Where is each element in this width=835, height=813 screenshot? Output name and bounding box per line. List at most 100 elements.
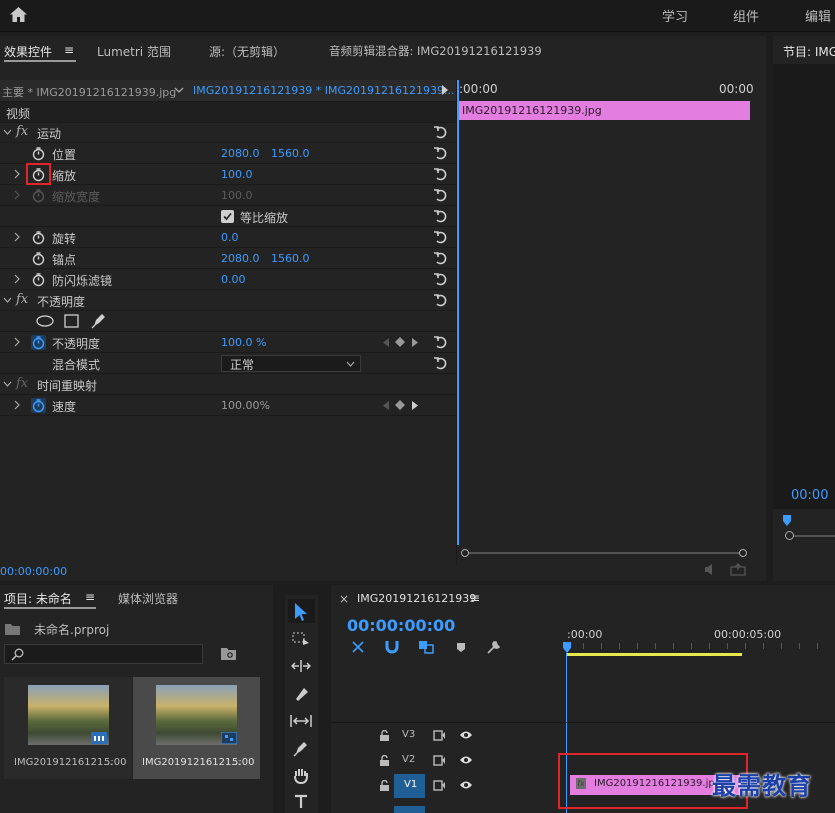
opacity-effect-row[interactable]: fx 不透明度 bbox=[0, 290, 456, 311]
tab-media-browser[interactable]: 媒体浏览器 bbox=[118, 590, 178, 607]
chevron-down-icon[interactable] bbox=[3, 129, 12, 135]
reset-icon[interactable] bbox=[433, 167, 449, 181]
tab-effect-controls[interactable]: 效果控件 bbox=[4, 43, 52, 60]
ripple-edit-tool-icon[interactable] bbox=[291, 659, 311, 673]
reset-icon[interactable] bbox=[433, 356, 449, 370]
add-marker-icon[interactable] bbox=[456, 642, 466, 653]
time-remap-row[interactable]: fx 时间重映射 bbox=[0, 374, 456, 395]
anchor-x-value[interactable]: 2080.0 bbox=[221, 252, 260, 265]
program-monitor-title[interactable]: 节目: IMG bbox=[783, 43, 835, 60]
anti-flicker-row[interactable]: 防闪烁滤镜 0.00 bbox=[0, 269, 456, 290]
reset-icon[interactable] bbox=[433, 272, 449, 286]
chevron-right-icon[interactable] bbox=[13, 399, 21, 411]
project-item[interactable]: IMG20191216121... 5:00 bbox=[133, 677, 260, 779]
rotation-row[interactable]: 旋转 0.0 bbox=[0, 227, 456, 248]
chevron-right-icon[interactable] bbox=[13, 273, 21, 285]
mini-playhead[interactable] bbox=[457, 80, 459, 545]
new-bin-icon[interactable] bbox=[221, 647, 236, 660]
pen-tool-icon[interactable] bbox=[293, 740, 309, 757]
workspace-editing[interactable]: 编辑 bbox=[805, 6, 831, 25]
snap-icon[interactable] bbox=[385, 640, 399, 654]
scrollbar-handle-left[interactable] bbox=[461, 549, 469, 557]
position-x-value[interactable]: 2080.0 bbox=[221, 147, 260, 160]
stopwatch-icon[interactable] bbox=[31, 272, 46, 287]
export-audio-icon[interactable] bbox=[703, 563, 719, 576]
sequence-clip-label[interactable]: IMG20191216121939 * IMG20191216121939... bbox=[193, 84, 454, 97]
chevron-down-icon[interactable] bbox=[3, 297, 12, 303]
program-timecode[interactable]: 00:00 bbox=[791, 488, 828, 503]
hand-tool-icon[interactable] bbox=[293, 767, 309, 784]
export-frame-icon[interactable] bbox=[730, 563, 746, 576]
previous-keyframe-icon[interactable] bbox=[383, 401, 389, 410]
reset-icon[interactable] bbox=[433, 293, 449, 307]
pen-mask-icon[interactable] bbox=[91, 313, 106, 329]
workspace-learn[interactable]: 学习 bbox=[662, 6, 688, 25]
mini-clip[interactable]: IMG20191216121939.jpg bbox=[458, 101, 750, 120]
speed-value[interactable]: 100.00% bbox=[221, 399, 270, 412]
program-scrollbar-handle[interactable] bbox=[785, 531, 794, 540]
uniform-scale-checkbox[interactable] bbox=[221, 210, 234, 223]
linked-selection-icon[interactable] bbox=[418, 640, 434, 654]
tab-menu-icon[interactable]: ≡ bbox=[470, 591, 480, 605]
scrollbar-handle-right[interactable] bbox=[739, 549, 747, 557]
sequence-tab-name[interactable]: IMG20191216121939 bbox=[357, 592, 476, 605]
ellipse-mask-icon[interactable] bbox=[36, 315, 54, 327]
lock-icon[interactable] bbox=[380, 730, 389, 741]
timeline-playhead-icon[interactable] bbox=[563, 642, 571, 653]
anchor-y-value[interactable]: 1560.0 bbox=[271, 252, 310, 265]
eye-icon[interactable] bbox=[459, 780, 473, 790]
settings-wrench-icon[interactable] bbox=[486, 640, 501, 655]
search-input[interactable] bbox=[4, 644, 203, 664]
sync-lock-icon[interactable] bbox=[433, 730, 446, 741]
sync-lock-icon[interactable] bbox=[433, 755, 446, 766]
track-name[interactable]: V1 bbox=[404, 779, 417, 790]
track-name[interactable]: V3 bbox=[402, 729, 415, 740]
speed-row[interactable]: 速度 100.00% bbox=[0, 395, 456, 416]
reset-icon[interactable] bbox=[433, 209, 449, 223]
play-icon[interactable] bbox=[441, 85, 449, 95]
previous-keyframe-icon[interactable] bbox=[383, 338, 389, 347]
chevron-down-icon[interactable] bbox=[3, 381, 12, 387]
effect-controls-timecode[interactable]: 00:00:00:00 bbox=[0, 565, 67, 578]
lock-icon[interactable] bbox=[380, 780, 389, 791]
track-name[interactable]: V2 bbox=[402, 754, 415, 765]
reset-icon[interactable] bbox=[433, 251, 449, 265]
rectangle-mask-icon[interactable] bbox=[64, 314, 79, 328]
anchor-point-row[interactable]: 锚点 2080.0 1560.0 bbox=[0, 248, 456, 269]
chevron-down-icon[interactable] bbox=[174, 87, 184, 94]
opacity-value[interactable]: 100.0 % bbox=[221, 336, 266, 349]
close-icon[interactable]: × bbox=[339, 592, 349, 606]
eye-icon[interactable] bbox=[459, 755, 473, 765]
position-row[interactable]: 位置 2080.0 1560.0 bbox=[0, 143, 456, 164]
add-keyframe-icon[interactable] bbox=[395, 400, 405, 410]
reset-icon[interactable] bbox=[433, 188, 449, 202]
tab-source[interactable]: 源:（无剪辑） bbox=[209, 43, 285, 60]
chevron-right-icon[interactable] bbox=[13, 168, 21, 180]
selection-tool-icon[interactable] bbox=[294, 602, 308, 621]
rotation-value[interactable]: 0.0 bbox=[221, 231, 239, 244]
anti-flicker-value[interactable]: 0.00 bbox=[221, 273, 246, 286]
stopwatch-icon[interactable] bbox=[31, 167, 46, 182]
track-select-tool-icon[interactable] bbox=[292, 632, 310, 646]
program-playhead-icon[interactable] bbox=[783, 515, 791, 526]
add-keyframe-icon[interactable] bbox=[395, 337, 405, 347]
reset-icon[interactable] bbox=[433, 125, 449, 139]
stopwatch-icon[interactable] bbox=[31, 398, 46, 413]
scale-value[interactable]: 100.0 bbox=[221, 168, 253, 181]
scale-row[interactable]: 缩放 100.0 bbox=[0, 163, 456, 185]
opacity-row[interactable]: 不透明度 100.0 % bbox=[0, 332, 456, 353]
chevron-right-icon[interactable] bbox=[13, 336, 21, 348]
stopwatch-icon[interactable] bbox=[31, 335, 46, 350]
stopwatch-icon[interactable] bbox=[31, 230, 46, 245]
tab-menu-icon[interactable]: ≡ bbox=[64, 43, 74, 57]
reset-icon[interactable] bbox=[433, 335, 449, 349]
type-tool-icon[interactable] bbox=[294, 794, 308, 809]
tab-menu-icon[interactable]: ≡ bbox=[85, 590, 95, 604]
tab-lumetri-scopes[interactable]: Lumetri 范围 bbox=[97, 43, 171, 60]
sync-lock-icon[interactable] bbox=[433, 780, 446, 791]
tab-audio-clip-mixer[interactable]: 音频剪辑混合器: IMG20191216121939 bbox=[329, 43, 542, 59]
lock-icon[interactable] bbox=[380, 755, 389, 766]
reset-icon[interactable] bbox=[433, 230, 449, 244]
nest-sequence-icon[interactable] bbox=[350, 640, 366, 654]
blend-mode-select[interactable]: 正常 bbox=[221, 355, 361, 372]
